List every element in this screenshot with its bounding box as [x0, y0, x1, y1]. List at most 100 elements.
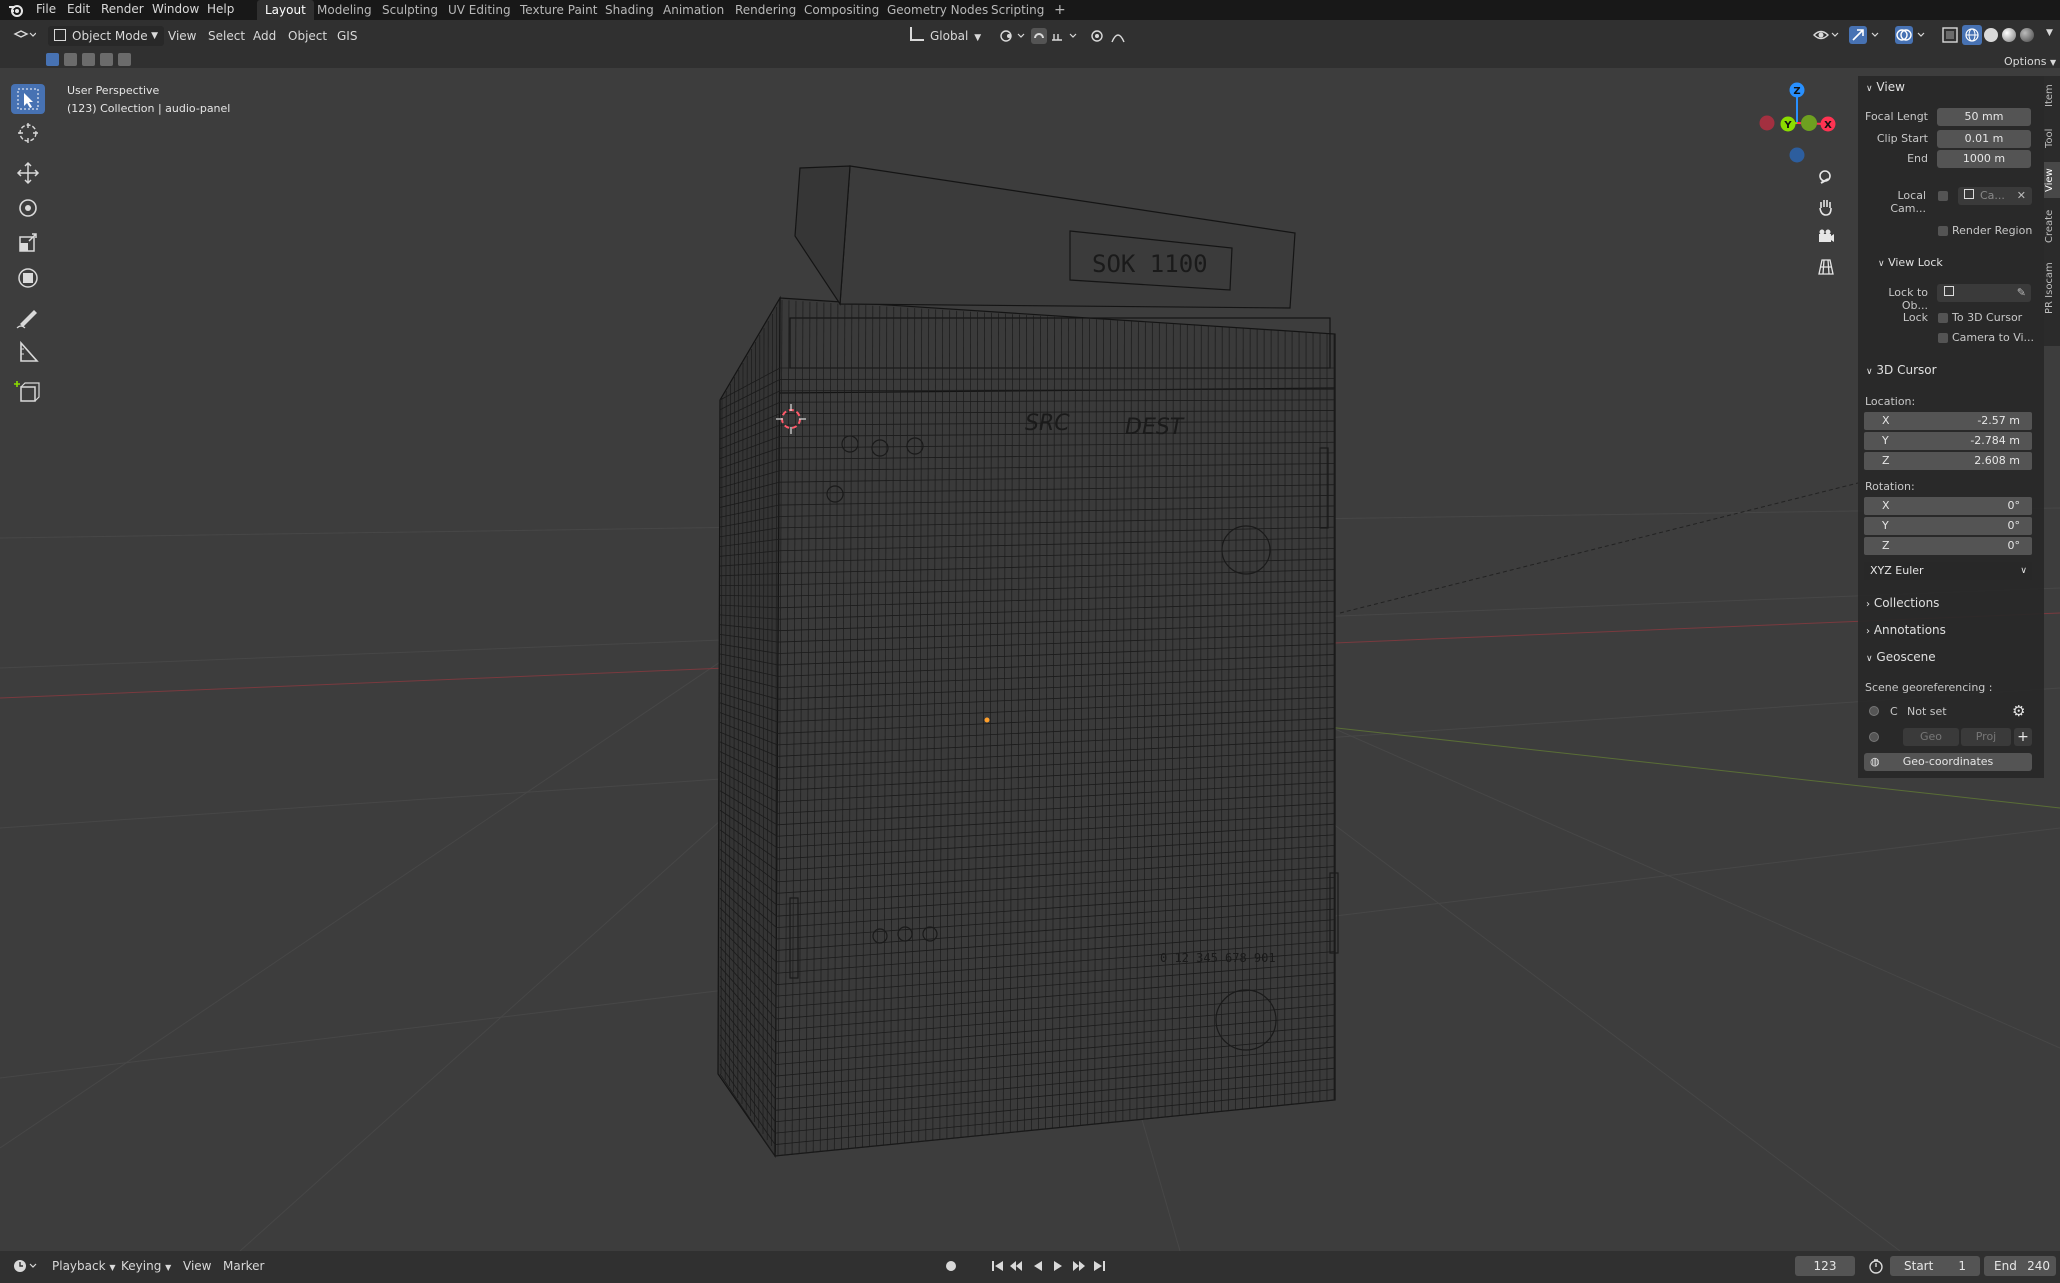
collections-section-header[interactable]: › Collections [1866, 596, 1939, 610]
snap-icon[interactable] [1030, 26, 1080, 46]
start-frame-field[interactable]: Start 1 [1890, 1256, 1980, 1276]
perspective-toggle-icon[interactable] [1815, 256, 1837, 278]
tab-sculpting[interactable]: Sculpting [382, 0, 438, 20]
blender-logo-icon[interactable] [8, 2, 24, 18]
tab-texture-paint[interactable]: Texture Paint [520, 0, 597, 20]
local-camera-checkbox[interactable] [1938, 191, 1948, 201]
tab-layout[interactable]: Layout [257, 0, 314, 20]
cursor-rotation-y[interactable]: Y 0° [1864, 517, 2032, 535]
mode-dropdown[interactable]: Object Mode ▼ [48, 26, 164, 46]
pan-hand-icon[interactable] [1815, 196, 1837, 218]
transform-tool[interactable] [11, 263, 45, 293]
focal-length-field[interactable]: 50 mm [1937, 108, 2031, 126]
pivot-point-icon[interactable] [998, 28, 1028, 44]
gizmo-toggle-icon[interactable] [1848, 25, 1884, 45]
eyedropper-icon[interactable]: ✎ [2017, 284, 2026, 302]
tab-scripting[interactable]: Scripting [991, 0, 1044, 20]
view-section-header[interactable]: ∨ View [1866, 80, 1905, 94]
tab-create[interactable]: Create [2044, 204, 2060, 248]
annotations-section-header[interactable]: › Annotations [1866, 623, 1946, 637]
cursor-location-y[interactable]: Y -2.784 m [1864, 432, 2032, 450]
cursor-rotation-z[interactable]: Z 0° [1864, 537, 2032, 555]
local-camera-field[interactable]: Ca... ✕ [1958, 187, 2032, 205]
tab-modeling[interactable]: Modeling [317, 0, 372, 20]
view-lock-header[interactable]: ∨ View Lock [1878, 256, 1943, 269]
3d-viewport[interactable]: SOK 1100 SRC DEST 0 12 345 678 901 Z X Y [0, 68, 2060, 1251]
cursor-location-x[interactable]: X -2.57 m [1864, 412, 2032, 430]
xray-icon[interactable] [1940, 25, 1960, 45]
menu-add[interactable]: Add [253, 26, 276, 46]
add-georef-button[interactable]: + [2014, 728, 2032, 746]
geoscene-section-header[interactable]: ∨ Geoscene [1866, 650, 1936, 664]
stopwatch-icon[interactable] [1868, 1258, 1884, 1274]
annotate-tool[interactable] [11, 302, 45, 332]
move-tool[interactable] [11, 158, 45, 188]
solid-shading-icon[interactable] [1984, 28, 1998, 42]
select-intersect-icon[interactable] [118, 53, 131, 66]
select-subtract-icon[interactable] [82, 53, 95, 66]
add-cube-tool[interactable] [11, 377, 45, 407]
measure-tool[interactable] [11, 337, 45, 367]
rotate-tool[interactable] [11, 193, 45, 223]
camera-view-icon[interactable] [1815, 226, 1837, 248]
menu-help[interactable]: Help [207, 0, 234, 20]
select-invert-icon[interactable] [100, 53, 113, 66]
menu-file[interactable]: File [36, 0, 56, 20]
tab-compositing[interactable]: Compositing [804, 0, 879, 20]
clear-icon[interactable]: ✕ [2017, 187, 2026, 205]
menu-select[interactable]: Select [208, 26, 245, 46]
transform-orientation-dropdown[interactable]: Global ▼ [910, 26, 988, 46]
tab-uv-editing[interactable]: UV Editing [448, 0, 511, 20]
menu-gis[interactable]: GIS [337, 26, 357, 46]
select-extend-icon[interactable] [64, 53, 77, 66]
timeline-editor-icon[interactable] [12, 1257, 40, 1275]
proj-button[interactable]: Proj [1961, 728, 2011, 746]
overlays-icon[interactable] [1894, 25, 1930, 45]
lock-to-object-field[interactable]: ✎ [1937, 284, 2031, 302]
tab-shading[interactable]: Shading [605, 0, 654, 20]
geo-button[interactable]: Geo [1903, 728, 1959, 746]
material-shading-icon[interactable] [2002, 28, 2016, 42]
zoom-icon[interactable] [1815, 166, 1837, 188]
shading-dropdown-icon[interactable]: ▼ [2046, 28, 2053, 38]
camera-to-view-checkbox[interactable] [1938, 333, 1948, 343]
wireframe-shading-icon[interactable] [1962, 25, 1982, 45]
clip-start-field[interactable]: 0.01 m [1937, 130, 2031, 148]
visibility-icon[interactable] [1812, 26, 1842, 44]
add-workspace-button[interactable]: + [1054, 0, 1066, 20]
settings-gear-icon[interactable]: ⚙ [2012, 702, 2025, 720]
tab-rendering[interactable]: Rendering [735, 0, 796, 20]
rendered-shading-icon[interactable] [2020, 28, 2034, 42]
select-new-icon[interactable] [46, 53, 59, 66]
tab-tool[interactable]: Tool [2044, 120, 2060, 156]
clip-end-field[interactable]: 1000 m [1937, 150, 2031, 168]
end-frame-field[interactable]: End 240 [1984, 1256, 2056, 1276]
render-region-checkbox[interactable] [1938, 226, 1948, 236]
select-box-tool[interactable] [11, 84, 45, 114]
menu-render[interactable]: Render [101, 0, 144, 20]
current-frame-field[interactable]: 123 [1795, 1256, 1855, 1276]
rotation-mode-dropdown[interactable]: XYZ Euler ∨ [1864, 562, 2032, 580]
menu-playback[interactable]: Playback ▼ [52, 1259, 116, 1273]
menu-keying[interactable]: Keying ▼ [121, 1259, 171, 1273]
menu-marker[interactable]: Marker [223, 1259, 264, 1273]
proportional-editing-icon[interactable] [1088, 26, 1138, 46]
tab-view[interactable]: View [2044, 162, 2060, 198]
menu-object[interactable]: Object [288, 26, 327, 46]
menu-view[interactable]: View [168, 26, 196, 46]
geo-coordinates-button[interactable]: ◍ Geo-coordinates [1864, 753, 2032, 771]
menu-window[interactable]: Window [152, 0, 199, 20]
cursor-location-z[interactable]: Z 2.608 m [1864, 452, 2032, 470]
tab-geometry-nodes[interactable]: Geometry Nodes [887, 0, 988, 20]
cursor-tool[interactable] [11, 118, 45, 148]
tab-item[interactable]: Item [2044, 78, 2060, 114]
menu-edit[interactable]: Edit [67, 0, 90, 20]
tab-pr-isocam[interactable]: PR Isocam [2044, 256, 2060, 320]
editor-type-icon[interactable] [12, 26, 37, 44]
tab-animation[interactable]: Animation [663, 0, 724, 20]
cursor-section-header[interactable]: ∨ 3D Cursor [1866, 363, 1937, 377]
menu-timeline-view[interactable]: View [183, 1259, 211, 1273]
lock-to-cursor-checkbox[interactable] [1938, 313, 1948, 323]
scale-tool[interactable] [11, 228, 45, 258]
cursor-rotation-x[interactable]: X 0° [1864, 497, 2032, 515]
